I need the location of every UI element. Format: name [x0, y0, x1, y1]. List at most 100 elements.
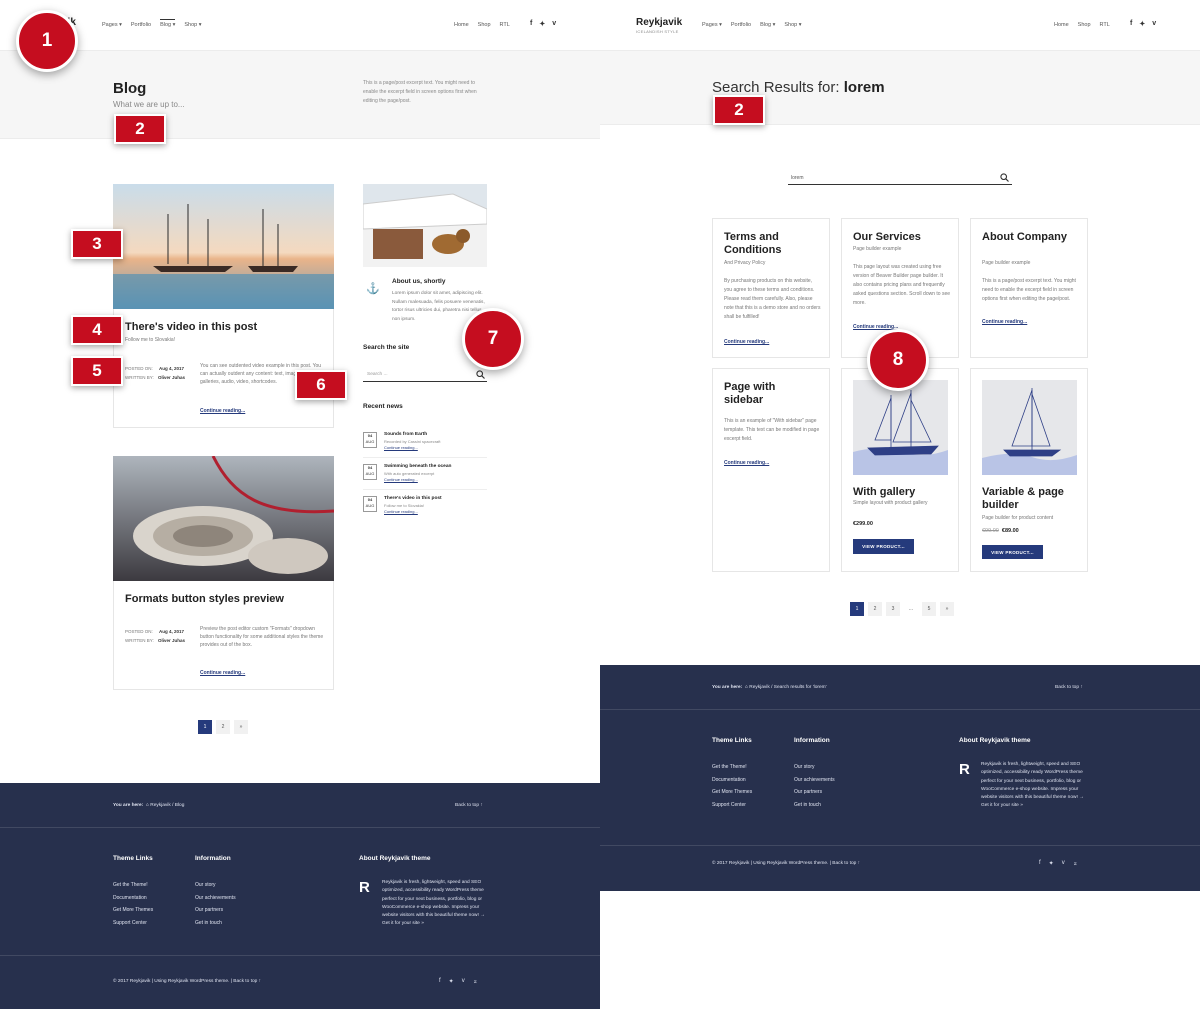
- nav-pages[interactable]: Pages ▾: [702, 22, 722, 28]
- nav-portfolio[interactable]: Portfolio: [731, 22, 751, 28]
- footer-link[interactable]: Get the Theme!: [712, 761, 752, 774]
- view-product-button[interactable]: VIEW PRODUCT...: [982, 545, 1043, 559]
- continue-reading-link[interactable]: Continue reading...: [724, 460, 769, 466]
- product-title[interactable]: With gallery: [853, 486, 915, 498]
- news-continue-link[interactable]: Continue reading...: [384, 509, 418, 514]
- post-title[interactable]: There's video in this post: [125, 321, 257, 333]
- nav-rtl[interactable]: RTL: [1100, 22, 1110, 28]
- footer-link[interactable]: Our achievements: [794, 774, 835, 787]
- post-date[interactable]: Aug 4, 2017: [159, 366, 184, 371]
- product-price: €299.00: [853, 521, 873, 527]
- nav-portfolio[interactable]: Portfolio: [131, 22, 151, 28]
- copyright: © 2017 Reykjavik | Using Reykjavik WordP…: [712, 861, 861, 866]
- twitter-icon[interactable]: ✦: [1139, 20, 1145, 28]
- footer-link[interactable]: Get More Themes: [113, 904, 153, 917]
- footer-link[interactable]: Our story: [195, 879, 236, 892]
- back-to-top-link[interactable]: Back to top ↑: [455, 803, 483, 808]
- codepen-icon[interactable]: ⌅: [1073, 860, 1078, 867]
- twitter-icon[interactable]: ✦: [539, 20, 545, 28]
- post-author[interactable]: Oliver Juhas: [158, 375, 185, 380]
- footer-link[interactable]: Get the Theme!: [113, 879, 153, 892]
- vimeo-icon[interactable]: v: [1152, 20, 1156, 28]
- continue-reading-link[interactable]: Continue reading...: [982, 319, 1027, 325]
- reykjavik-r-logo: R: [359, 879, 370, 896]
- information-list: Our story Our achievements Our partners …: [195, 879, 236, 929]
- nav-shop[interactable]: Shop ▾: [784, 22, 801, 28]
- vimeo-icon[interactable]: v: [552, 20, 556, 28]
- product-title[interactable]: Variable & page builder: [982, 486, 1082, 512]
- nav-blog[interactable]: Blog ▾: [760, 22, 775, 28]
- nav-home[interactable]: Home: [1054, 22, 1069, 28]
- footer-link[interactable]: Documentation: [712, 774, 752, 787]
- next-page[interactable]: »: [234, 720, 248, 734]
- news-continue-link[interactable]: Continue reading...: [384, 477, 418, 482]
- nav-home[interactable]: Home: [454, 22, 469, 28]
- facebook-icon[interactable]: f: [530, 20, 532, 28]
- result-excerpt: By purchasing products on this website, …: [724, 278, 821, 320]
- facebook-icon[interactable]: f: [439, 978, 441, 985]
- page-2[interactable]: 2: [868, 602, 882, 616]
- page-3[interactable]: 3: [886, 602, 900, 616]
- continue-reading-link[interactable]: Continue reading...: [200, 408, 245, 414]
- result-title[interactable]: Our Services: [853, 231, 921, 243]
- footer-link[interactable]: Get in touch: [195, 917, 236, 930]
- next-page[interactable]: »: [940, 602, 954, 616]
- twitter-icon[interactable]: ✦: [1049, 860, 1054, 867]
- post-author[interactable]: Oliver Juhas: [158, 638, 185, 643]
- news-title[interactable]: Swimming beneath the ocean: [384, 464, 451, 469]
- nav-shop-2[interactable]: Shop: [478, 22, 491, 28]
- page-1[interactable]: 1: [198, 720, 212, 734]
- result-title[interactable]: Page with sidebar: [724, 381, 804, 407]
- search-field[interactable]: lorem: [788, 170, 1012, 185]
- news-continue-link[interactable]: Continue reading...: [384, 445, 418, 450]
- footer-link[interactable]: Support Center: [113, 917, 153, 930]
- nav-rtl[interactable]: RTL: [500, 22, 510, 28]
- post-image-ropes[interactable]: [113, 456, 334, 581]
- view-product-button[interactable]: VIEW PRODUCT...: [853, 539, 914, 554]
- information-title: Information: [794, 737, 830, 744]
- vimeo-icon[interactable]: v: [462, 978, 465, 985]
- product-image-yacht[interactable]: [982, 380, 1077, 475]
- result-title[interactable]: Terms and Conditions: [724, 231, 824, 257]
- facebook-icon[interactable]: f: [1130, 20, 1132, 28]
- twitter-icon[interactable]: ✦: [449, 978, 454, 985]
- footer-link[interactable]: Get More Themes: [712, 786, 752, 799]
- footer-link[interactable]: Support Center: [712, 799, 752, 812]
- nav-blog[interactable]: Blog ▾: [160, 19, 176, 28]
- facebook-icon[interactable]: f: [1039, 860, 1041, 867]
- crumb-home[interactable]: Reykjavik: [150, 803, 171, 808]
- product-card: With gallery Simple layout with product …: [841, 368, 959, 572]
- codepen-icon[interactable]: ⌅: [473, 978, 478, 985]
- page-5[interactable]: 5: [922, 602, 936, 616]
- site-logo[interactable]: Reykjavik: [636, 17, 682, 28]
- nav-shop-2[interactable]: Shop: [1078, 22, 1091, 28]
- page-excerpt: This is a page/post excerpt text. You mi…: [363, 80, 477, 104]
- search-icon[interactable]: [1000, 173, 1009, 182]
- footer-link[interactable]: Our partners: [794, 786, 835, 799]
- footer-link[interactable]: Our story: [794, 761, 835, 774]
- product-image-schooner[interactable]: [853, 380, 948, 475]
- result-title[interactable]: About Company: [982, 231, 1072, 244]
- product-card: Variable & page builder Page builder for…: [970, 368, 1088, 572]
- crumb-home[interactable]: Reykjavik: [749, 685, 770, 690]
- post-title[interactable]: Formats button styles preview: [125, 593, 284, 605]
- post-date[interactable]: Aug 4, 2017: [159, 629, 184, 634]
- footer-link[interactable]: Documentation: [113, 892, 153, 905]
- footer-link[interactable]: Our achievements: [195, 892, 236, 905]
- nav-pages[interactable]: Pages ▾: [102, 22, 122, 28]
- back-to-top-link[interactable]: Back to top ↑: [1055, 685, 1083, 690]
- vimeo-icon[interactable]: v: [1062, 860, 1065, 867]
- sidebar-search-field[interactable]: Search ...: [363, 368, 487, 382]
- search-icon[interactable]: [476, 370, 485, 379]
- continue-reading-link[interactable]: Continue reading...: [724, 339, 769, 345]
- nav-shop[interactable]: Shop ▾: [184, 22, 201, 28]
- page-1[interactable]: 1: [850, 602, 864, 616]
- news-title[interactable]: There's video in this post: [384, 496, 442, 501]
- news-title[interactable]: Sounds from Earth: [384, 432, 427, 437]
- footer-link[interactable]: Our partners: [195, 904, 236, 917]
- post-image-sailboats[interactable]: [113, 184, 334, 309]
- continue-reading-link[interactable]: Continue reading...: [200, 670, 245, 676]
- page-2[interactable]: 2: [216, 720, 230, 734]
- footer-link[interactable]: Get in touch: [794, 799, 835, 812]
- site-footer: You are here: ⌂ Reykjavik / Search resul…: [600, 665, 1200, 891]
